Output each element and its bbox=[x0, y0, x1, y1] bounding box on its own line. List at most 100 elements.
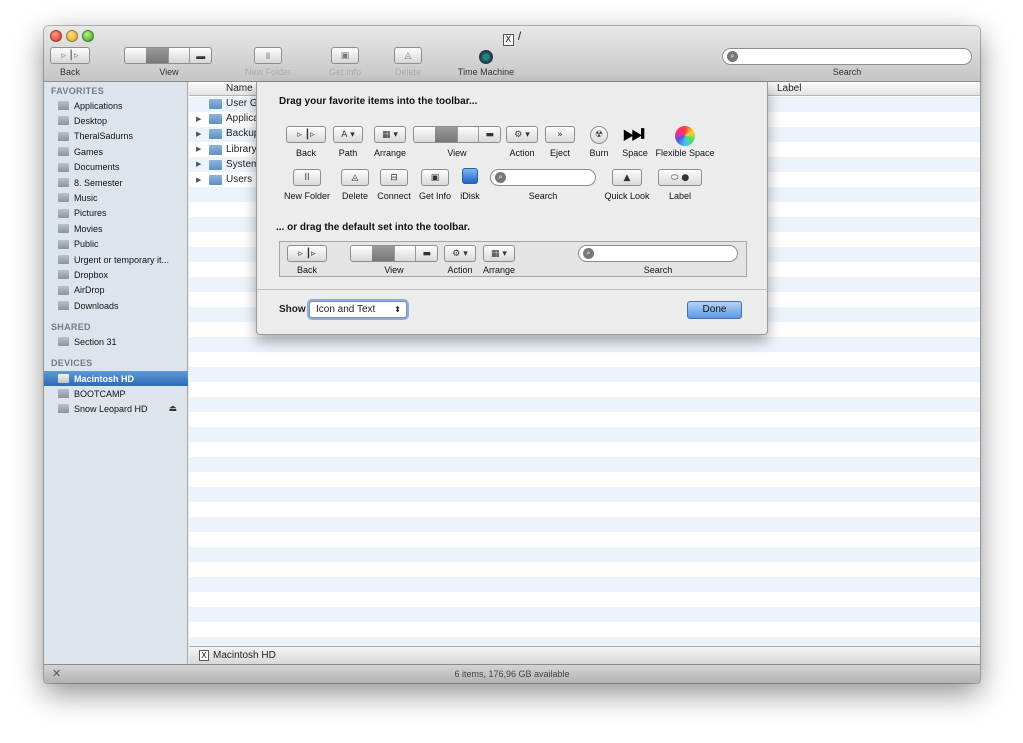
sidebar-item-documents[interactable]: Documents bbox=[44, 160, 188, 175]
folder-icon bbox=[58, 301, 69, 311]
sidebar-item-snow-leopard-hd[interactable]: Snow Leopard HD ⏏ bbox=[44, 401, 188, 416]
palette-view-item[interactable]: ▬ bbox=[413, 126, 501, 143]
back-forward-button[interactable]: ▹ ┃▹ bbox=[50, 47, 90, 64]
get-info-button[interactable]: ▣ bbox=[331, 47, 359, 64]
palette-back-label: Back bbox=[295, 148, 316, 158]
palette-space-label: Space bbox=[622, 148, 648, 158]
sidebar-item-airdrop[interactable]: AirDrop bbox=[44, 283, 188, 298]
view-coverflow-mode[interactable]: ▬ bbox=[189, 48, 211, 63]
view-coverflow-icon: ▬ bbox=[415, 246, 437, 261]
name-column-header[interactable]: Name bbox=[226, 83, 253, 94]
folder-icon bbox=[58, 270, 69, 280]
palette-new-folder-item[interactable]: ll bbox=[293, 169, 321, 186]
palette-connect-item[interactable]: ⊟ bbox=[380, 169, 408, 186]
default-action-item: ⚙ ▾ bbox=[444, 245, 476, 262]
palette-action-label: Action bbox=[509, 148, 535, 158]
palette-action-item[interactable]: ⚙ ▾ bbox=[506, 126, 538, 143]
done-button[interactable]: Done bbox=[687, 301, 742, 319]
file-name: System bbox=[226, 158, 260, 170]
view-icon-mode[interactable] bbox=[125, 48, 146, 63]
palette-eject-item[interactable]: » bbox=[545, 126, 575, 143]
eject-icon[interactable]: ⏏ bbox=[168, 403, 177, 414]
search-label: Search bbox=[832, 67, 862, 77]
sidebar-item-applications[interactable]: Applications bbox=[44, 98, 188, 113]
search-input[interactable]: ⌕ bbox=[722, 48, 972, 65]
get-info-label: Get Info bbox=[328, 67, 362, 77]
sidebar-item-music[interactable]: Music bbox=[44, 190, 188, 205]
palette-quick-look-label: Quick Look bbox=[604, 191, 650, 201]
back-icon: ▹ ┃▹ bbox=[61, 50, 79, 60]
default-toolbar-set[interactable]: ▹ ┃▹ Back ▬ View ⚙ ▾ Action ▦ ▾ Arrange … bbox=[279, 241, 747, 277]
sidebar-item-downloads[interactable]: Downloads bbox=[44, 298, 188, 313]
disclosure-triangle-icon[interactable]: ▶ bbox=[196, 130, 201, 138]
info-icon: ▣ bbox=[430, 172, 440, 183]
show-mode-select[interactable]: Icon and Text ⬍ bbox=[309, 301, 407, 318]
show-label: Show bbox=[279, 304, 306, 315]
palette-arrange-item[interactable]: ▦ ▾ bbox=[374, 126, 406, 143]
folder-icon bbox=[58, 255, 69, 264]
palette-path-item[interactable]: A ▾ bbox=[333, 126, 363, 143]
label-column-header[interactable]: Label bbox=[777, 83, 801, 94]
hard-drive-icon bbox=[58, 374, 69, 383]
folder-icon bbox=[58, 208, 69, 218]
gear-icon: ⚙ ▾ bbox=[514, 129, 530, 140]
space-item-icon[interactable]: ⏭ bbox=[623, 122, 645, 146]
sidebar-item-urgent-or-temporary-it[interactable]: Urgent or temporary it... bbox=[44, 252, 188, 267]
disclosure-triangle-icon[interactable]: ▶ bbox=[196, 176, 201, 184]
view-list-mode[interactable] bbox=[146, 48, 168, 63]
back-label: Back bbox=[59, 67, 80, 77]
sidebar-item-movies[interactable]: Movies bbox=[44, 221, 188, 236]
sidebar-item-public[interactable]: Public bbox=[44, 237, 188, 252]
path-item[interactable]: Macintosh HD bbox=[213, 650, 276, 661]
folder-icon bbox=[58, 147, 69, 157]
lock-icon: ▲ bbox=[623, 172, 631, 183]
sidebar-item-8-semester[interactable]: 8. Semester bbox=[44, 175, 188, 190]
sidebar-item-games[interactable]: Games bbox=[44, 144, 188, 159]
palette-get-info-item[interactable]: ▣ bbox=[421, 169, 449, 186]
palette-eject-label: Eject bbox=[549, 148, 570, 158]
favorites-header: FAVORITES bbox=[51, 86, 105, 96]
folder-icon bbox=[209, 159, 222, 170]
palette-label-item[interactable]: ⬭ ● bbox=[658, 169, 702, 186]
flexible-space-icon[interactable] bbox=[675, 126, 695, 146]
palette-view-label: View bbox=[447, 148, 467, 158]
default-back-label: Back bbox=[296, 265, 317, 275]
delete-button[interactable]: ◬ bbox=[394, 47, 422, 64]
sidebar: FAVORITES Applications Desktop TheralSadur… bbox=[44, 82, 188, 664]
disclosure-triangle-icon[interactable]: ▶ bbox=[196, 145, 201, 153]
palette-quick-look-item[interactable]: ▲ bbox=[612, 169, 642, 186]
devices-header: DEVICES bbox=[51, 358, 93, 368]
palette-get-info-label: Get Info bbox=[418, 191, 452, 201]
show-mode-value: Icon and Text bbox=[316, 304, 376, 315]
disclosure-triangle-icon[interactable]: ▶ bbox=[196, 160, 201, 168]
palette-burn-label: Burn bbox=[589, 148, 609, 158]
palette-search-item[interactable]: ⌕ bbox=[490, 169, 596, 186]
favorites-heading: Drag your favorite items into the toolba… bbox=[279, 96, 478, 107]
palette-delete-item[interactable]: ◬ bbox=[341, 169, 369, 186]
sidebar-item-section-31[interactable]: Section 31 bbox=[44, 334, 188, 349]
view-segmented-control[interactable]: ▬ bbox=[124, 47, 212, 64]
palette-path-label: Path bbox=[338, 148, 358, 158]
back-icon: ▹ ┃▹ bbox=[298, 248, 316, 259]
view-column-mode[interactable] bbox=[167, 48, 190, 63]
palette-new-folder-label: New Folder bbox=[283, 191, 330, 201]
new-folder-button[interactable]: ll bbox=[254, 47, 282, 64]
sidebar-item-bootcamp[interactable]: BOOTCAMP bbox=[44, 386, 188, 401]
folder-icon bbox=[58, 162, 69, 172]
folder-icon bbox=[209, 175, 222, 185]
folder-icon bbox=[209, 144, 222, 155]
time-machine-label: Time Machine bbox=[457, 67, 515, 77]
view-label: View bbox=[159, 67, 179, 77]
idisk-icon[interactable] bbox=[462, 168, 478, 184]
sidebar-item-pictures[interactable]: Pictures bbox=[44, 206, 188, 221]
sheet-divider bbox=[257, 289, 769, 290]
sidebar-item-macintosh-hd[interactable]: Macintosh HD bbox=[44, 371, 188, 386]
sidebar-item-theralsadurns[interactable]: TheralSadurns bbox=[44, 129, 188, 144]
sidebar-item-desktop[interactable]: Desktop bbox=[44, 113, 188, 128]
palette-burn-item[interactable]: ☢ bbox=[590, 126, 608, 144]
time-machine-icon[interactable] bbox=[479, 50, 493, 64]
disclosure-triangle-icon[interactable]: ▶ bbox=[196, 115, 201, 123]
network-icon bbox=[58, 337, 69, 346]
palette-back-item[interactable]: ▹ ┃▹ bbox=[286, 126, 326, 143]
sidebar-item-dropbox[interactable]: Dropbox bbox=[44, 267, 188, 282]
